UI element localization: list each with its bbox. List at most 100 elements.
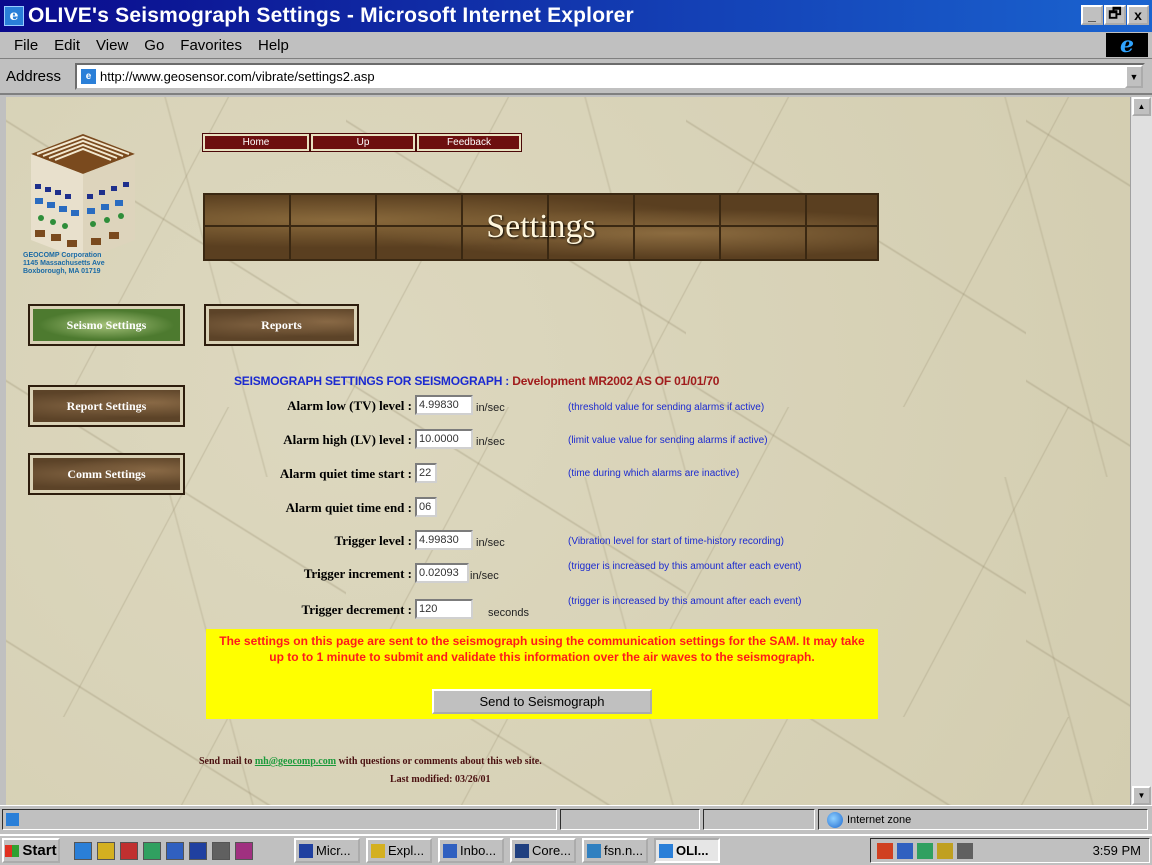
quiet-end-input[interactable]: 06	[415, 497, 437, 517]
banner-title: Settings	[486, 208, 596, 245]
taskbar-app-icon	[659, 843, 673, 858]
vertical-scrollbar[interactable]: ▲ ▼	[1130, 97, 1152, 805]
quick-launch-icon[interactable]	[166, 841, 184, 860]
menu-file[interactable]: File	[12, 37, 40, 54]
tray-icon[interactable]	[937, 842, 953, 859]
alarm-high-label: Alarm high (LV) level :	[283, 432, 412, 447]
status-ie-icon	[6, 813, 19, 826]
quick-launch-icon[interactable]	[189, 841, 207, 860]
taskbar-item[interactable]: Micr...	[294, 838, 360, 863]
tray-icon[interactable]	[897, 842, 913, 859]
nav-feedback-button[interactable]: Feedback	[416, 133, 522, 152]
status-panel	[703, 809, 815, 830]
taskbar-app-icon	[443, 843, 457, 858]
task-list: Micr... Expl... Inbo... Core... fsn.n... OLI.…	[288, 838, 720, 863]
logo-caption: GEOCOMP Corporation 1145 Massachusetts A…	[23, 252, 148, 276]
status-text-panel	[2, 809, 557, 830]
trigger-increment-help: (trigger is increased by this amount aft…	[568, 561, 802, 572]
globe-icon	[827, 811, 843, 828]
taskbar-item[interactable]: Expl...	[366, 838, 432, 863]
taskbar-item-label: OLI...	[676, 843, 709, 858]
quick-launch-icon[interactable]	[97, 841, 115, 860]
taskbar-app-icon	[515, 843, 529, 858]
menu-view[interactable]: View	[94, 37, 130, 54]
report-settings-button[interactable]: Report Settings	[28, 385, 185, 427]
scroll-up-icon[interactable]: ▲	[1132, 97, 1151, 116]
trigger-increment-label: Trigger increment :	[303, 566, 412, 581]
reports-button[interactable]: Reports	[204, 304, 359, 346]
quiet-start-input[interactable]: 22	[415, 463, 437, 483]
taskbar-item[interactable]: Inbo...	[438, 838, 504, 863]
trigger-decrement-label: Trigger decrement :	[301, 602, 412, 617]
taskbar-item-label: fsn.n...	[604, 843, 644, 858]
comm-settings-button[interactable]: Comm Settings	[28, 453, 185, 495]
footer-suffix: with questions or comments about this we…	[336, 756, 542, 767]
taskbar-app-icon	[587, 843, 601, 858]
start-button[interactable]: Start	[2, 838, 60, 863]
quick-launch	[74, 841, 258, 860]
nav-up-button[interactable]: Up	[310, 133, 416, 152]
menu-favorites[interactable]: Favorites	[178, 37, 244, 54]
footer-contact: Send mail to mh@geocomp.com with questio…	[199, 756, 542, 767]
logo-caption-line: 1145 Massachusetts Ave	[23, 260, 105, 267]
ie-icon: e	[4, 6, 24, 26]
quick-launch-icon[interactable]	[74, 841, 92, 860]
zone-label: Internet zone	[847, 813, 912, 826]
address-url: http://www.geosensor.com/vibrate/setting…	[100, 69, 375, 84]
quick-launch-icon[interactable]	[235, 841, 253, 860]
minimize-button[interactable]: _	[1081, 5, 1103, 25]
logo-caption-line: GEOCOMP Corporation	[23, 252, 102, 259]
taskbar-item[interactable]: OLI...	[654, 838, 720, 863]
windows-flag-icon	[5, 844, 20, 857]
trigger-increment-input[interactable]: 0.02093	[415, 563, 469, 583]
notice-box: The settings on this page are sent to th…	[206, 629, 878, 719]
alarm-high-help: (limit value value for sending alarms if…	[568, 435, 768, 446]
trigger-level-input[interactable]: 4.99830	[415, 530, 473, 550]
trigger-decrement-help: (trigger is increased by this amount aft…	[568, 596, 802, 607]
nav-home-button[interactable]: Home	[202, 133, 310, 152]
page-icon: e	[81, 69, 96, 84]
address-input[interactable]: e http://www.geosensor.com/vibrate/setti…	[75, 63, 1145, 90]
menu-help[interactable]: Help	[256, 37, 291, 54]
trigger-level-label: Trigger level :	[334, 533, 413, 548]
zone-panel: Internet zone	[818, 809, 1148, 830]
seismo-settings-button[interactable]: Seismo Settings	[28, 304, 185, 346]
menu-edit[interactable]: Edit	[52, 37, 82, 54]
footer-prefix: Send mail to	[199, 756, 255, 767]
quiet-start-label: Alarm quiet time start :	[279, 466, 412, 481]
tray-icon[interactable]	[957, 842, 973, 859]
taskbar: Start Micr... Expl... Inbo... Core... fsn.n.…	[0, 834, 1152, 865]
menu-bar: File Edit View Go Favorites Help	[0, 32, 1152, 59]
taskbar-item-label: Core...	[532, 843, 572, 858]
address-bar: Address e http://www.geosensor.com/vibra…	[0, 60, 1152, 95]
scroll-down-icon[interactable]: ▼	[1132, 786, 1151, 805]
quick-launch-icon[interactable]	[212, 841, 230, 860]
taskbar-item[interactable]: Core...	[510, 838, 576, 863]
settings-heading: SEISMOGRAPH SETTINGS FOR SEISMOGRAPH : D…	[234, 374, 719, 388]
alarm-high-input[interactable]: 10.0000	[415, 429, 473, 449]
taskbar-item[interactable]: fsn.n...	[582, 838, 648, 863]
taskbar-item-label: Micr...	[316, 843, 351, 858]
ie-throbber-icon: e	[1106, 32, 1148, 58]
alarm-low-input[interactable]: 4.99830	[415, 395, 473, 415]
quick-launch-icon[interactable]	[143, 841, 161, 860]
system-tray: 3:59 PM	[870, 838, 1150, 863]
window-title-bar: e OLIVE's Seismograph Settings - Microso…	[0, 0, 1152, 32]
send-to-seismograph-button[interactable]: Send to Seismograph	[432, 689, 652, 714]
menu-go[interactable]: Go	[142, 37, 166, 54]
notice-text: The settings on this page are sent to th…	[219, 634, 865, 664]
address-dropdown-icon[interactable]: ▼	[1125, 65, 1143, 88]
close-button[interactable]: x	[1127, 5, 1149, 25]
trigger-decrement-input[interactable]: 120	[415, 599, 473, 619]
last-modified: Last modified: 03/26/01	[390, 774, 491, 785]
window-title: OLIVE's Seismograph Settings - Microsoft…	[28, 4, 634, 27]
status-bar: Internet zone	[0, 805, 1152, 832]
settings-heading-device: Development MR2002 AS OF 01/01/70	[512, 374, 720, 388]
trigger-level-help: (Vibration level for start of time-histo…	[568, 536, 785, 547]
address-label: Address	[6, 68, 62, 85]
email-link[interactable]: mh@geocomp.com	[255, 756, 336, 767]
restore-button[interactable]: 🗗	[1104, 5, 1126, 25]
tray-icon[interactable]	[917, 842, 933, 859]
tray-icon[interactable]	[877, 842, 893, 859]
quick-launch-icon[interactable]	[120, 841, 138, 860]
